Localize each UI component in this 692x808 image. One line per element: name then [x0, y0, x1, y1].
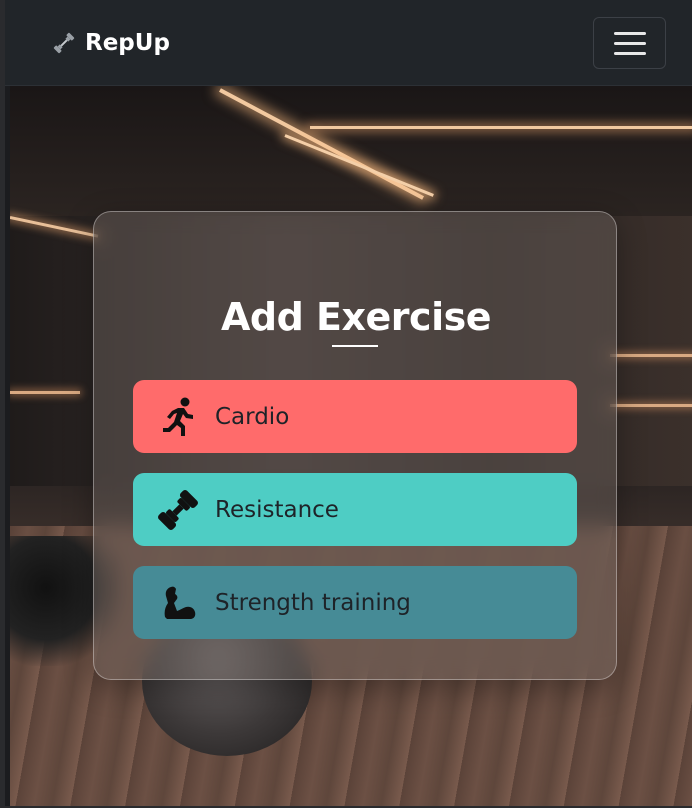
strength-training-option-button[interactable]: Strength training: [133, 566, 577, 639]
brand-name: RepUp: [85, 30, 170, 56]
flexed-bicep-icon: [156, 581, 200, 625]
cardio-option-button[interactable]: Cardio: [133, 380, 577, 453]
shelf-light: [610, 404, 692, 407]
resistance-option-label: Resistance: [215, 496, 339, 523]
running-person-icon: [156, 395, 200, 439]
navbar-toggler-button[interactable]: [593, 17, 666, 69]
resistance-option-button[interactable]: Resistance: [133, 473, 577, 546]
brand-link[interactable]: RepUp: [51, 28, 170, 58]
top-navbar: RepUp: [5, 0, 692, 86]
hamburger-line: [613, 41, 646, 45]
background-ceiling: [10, 86, 692, 216]
hamburger-menu-icon: [613, 31, 646, 35]
hamburger-line: [613, 51, 646, 55]
strength-training-option-label: Strength training: [215, 589, 411, 616]
title-underline: [332, 345, 378, 347]
page-frame: RepUp Add Exercise Cardio Resistance Str…: [0, 0, 692, 808]
dumbbell-icon: [156, 488, 200, 532]
card-title: Add Exercise: [221, 295, 491, 339]
ceiling-light: [310, 126, 692, 129]
shelf-light: [10, 391, 80, 394]
cardio-option-label: Cardio: [215, 403, 290, 430]
dumbbell-icon: [51, 30, 77, 56]
add-exercise-card: Add Exercise Cardio Resistance Strength …: [93, 211, 617, 680]
shelf-light: [610, 354, 692, 357]
